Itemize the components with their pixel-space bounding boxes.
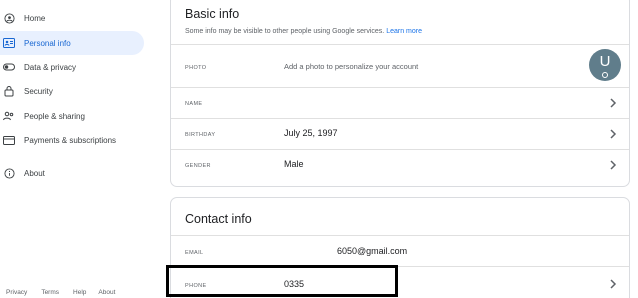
email-row[interactable]: EMAIL 6050@gmail.com xyxy=(171,235,629,266)
sidebar-item-data-privacy[interactable]: Data & privacy xyxy=(0,55,144,79)
footer-link-help[interactable]: Help xyxy=(73,289,86,296)
footer-link-privacy[interactable]: Privacy xyxy=(6,289,27,296)
sidebar-item-label: About xyxy=(24,168,45,178)
gender-row[interactable]: GENDER Male xyxy=(171,149,629,181)
basic-info-title: Basic info xyxy=(185,7,240,21)
gender-value: Male xyxy=(284,159,304,169)
birthday-row[interactable]: BIRTHDAY July 25, 1997 xyxy=(171,118,629,149)
phone-highlight-box xyxy=(166,265,398,297)
birthday-value: July 25, 1997 xyxy=(284,128,338,138)
avatar-letter: U xyxy=(599,53,611,70)
sidebar-item-home[interactable]: Home xyxy=(0,6,144,30)
chevron-right-icon xyxy=(610,279,617,289)
sidebar-item-security[interactable]: Security xyxy=(0,79,144,103)
sidebar-item-label: Home xyxy=(24,13,46,23)
gender-label: GENDER xyxy=(185,163,211,169)
footer-links: Privacy Terms Help About xyxy=(6,289,115,296)
name-row[interactable]: NAME xyxy=(171,87,629,118)
photo-hint: Add a photo to personalize your account xyxy=(284,62,419,71)
photo-row[interactable]: PHOTO Add a photo to personalize your ac… xyxy=(171,44,629,87)
name-label: NAME xyxy=(185,101,203,107)
sidebar-item-payments[interactable]: Payments & subscriptions xyxy=(0,128,144,152)
sidebar-item-label: Payments & subscriptions xyxy=(24,135,117,145)
credit-card-icon xyxy=(3,134,15,146)
sidebar-item-label: People & sharing xyxy=(24,111,85,121)
toggle-icon xyxy=(3,61,15,73)
sidebar-item-label: Personal info xyxy=(24,38,71,48)
sidebar-item-personal-info[interactable]: Personal info xyxy=(0,31,144,55)
sidebar-item-label: Data & privacy xyxy=(24,62,77,72)
account-page: Home Personal info Data & privacy Securi… xyxy=(0,0,638,298)
footer-link-about[interactable]: About xyxy=(98,289,115,296)
birthday-label: BIRTHDAY xyxy=(185,132,216,138)
email-label: EMAIL xyxy=(185,250,204,256)
sidebar-item-label: Security xyxy=(24,86,53,96)
basic-info-subtitle: Some info may be visible to other people… xyxy=(185,28,422,35)
personal-info-icon xyxy=(3,37,15,49)
camera-icon xyxy=(599,70,611,79)
learn-more-link[interactable]: Learn more xyxy=(386,28,422,35)
sidebar: Home Personal info Data & privacy Securi… xyxy=(0,0,150,298)
footer-link-terms[interactable]: Terms xyxy=(41,289,59,296)
chevron-right-icon xyxy=(610,129,617,139)
contact-info-title: Contact info xyxy=(185,212,252,226)
email-value: 6050@gmail.com xyxy=(337,246,408,256)
chevron-right-icon xyxy=(610,98,617,108)
info-icon xyxy=(3,167,15,179)
chevron-right-icon xyxy=(610,160,617,170)
basic-info-subtitle-text: Some info may be visible to other people… xyxy=(185,28,385,35)
photo-label: PHOTO xyxy=(185,65,207,71)
people-icon xyxy=(3,110,15,122)
home-icon xyxy=(3,12,15,24)
sidebar-item-about[interactable]: About xyxy=(0,161,144,185)
sidebar-item-people-sharing[interactable]: People & sharing xyxy=(0,104,144,128)
lock-icon xyxy=(3,85,15,97)
basic-info-card: Basic info Some info may be visible to o… xyxy=(170,0,630,187)
